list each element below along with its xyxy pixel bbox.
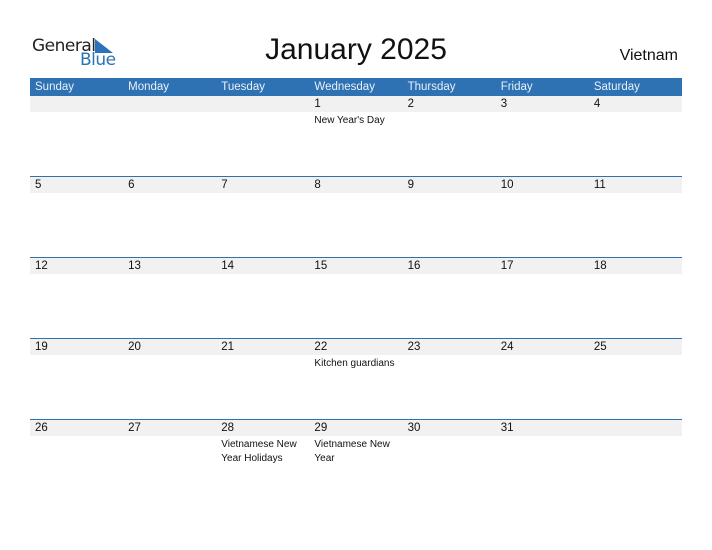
day-number: 21 (221, 341, 235, 353)
day-number: 12 (35, 260, 48, 272)
week-row: 26 27 28 Vietnamese New Year Holidays 29 Viet… (30, 419, 682, 501)
weekday-monday: Monday (128, 81, 170, 93)
weekday-wednesday: Wednesday (314, 81, 375, 93)
day-number: 2 (407, 98, 414, 110)
week-row: 1 New Year's Day 2 3 4 (30, 96, 682, 177)
holiday-label: New Year's Day (314, 115, 385, 126)
day-number: 10 (500, 179, 514, 191)
day-number: 25 (593, 341, 607, 353)
week-row: 5 6 7 8 9 10 11 (30, 176, 682, 258)
day-number: 22 (314, 341, 328, 353)
week-row: 12 13 14 15 16 17 18 (30, 257, 682, 339)
day-number: 6 (128, 179, 135, 191)
day-number: 3 (500, 98, 508, 110)
day-number: 31 (500, 422, 514, 434)
day-number: 29 (314, 422, 328, 434)
day-number: 26 (35, 422, 48, 434)
day-number: 1 (314, 98, 321, 110)
day-number: 4 (593, 98, 601, 110)
day-number: 14 (221, 260, 235, 272)
day-number: 18 (593, 260, 607, 272)
holiday-label: Vietnamese New Year Holidays (221, 439, 297, 464)
day-number: 20 (128, 341, 141, 353)
day-number: 30 (407, 422, 421, 434)
day-number: 23 (407, 341, 421, 353)
day-number: 27 (128, 422, 141, 434)
weekday-header: Sunday Monday Tuesday Wednesday Thursday Frid… (30, 78, 682, 96)
country-label: Vietnam (619, 47, 678, 64)
day-number: 16 (407, 260, 421, 272)
day-number: 17 (500, 260, 514, 272)
day-number: 8 (314, 179, 321, 191)
day-number: 9 (407, 179, 414, 191)
day-number: 7 (221, 179, 228, 191)
weekday-tuesday: Tuesday (221, 81, 265, 93)
day-number: 28 (221, 422, 235, 434)
holiday-label: Vietnamese New Year (314, 439, 390, 464)
day-number: 19 (35, 341, 48, 353)
day-number: 5 (35, 179, 42, 191)
day-number: 24 (500, 341, 514, 353)
day-number: 13 (128, 260, 141, 272)
day-number: 15 (314, 260, 328, 272)
day-number: 11 (593, 179, 606, 191)
weekday-friday: Friday (500, 81, 533, 93)
weekday-thursday: Thursday (407, 81, 456, 93)
date-band (30, 96, 682, 112)
holiday-label: Kitchen guardians (314, 358, 395, 369)
page-title: January 2025 (265, 33, 447, 66)
weekday-saturday: Saturday (593, 81, 640, 93)
week-row: 19 20 21 22 Kitchen guardians 23 24 25 (30, 338, 682, 420)
weekday-sunday: Sunday (35, 81, 75, 93)
